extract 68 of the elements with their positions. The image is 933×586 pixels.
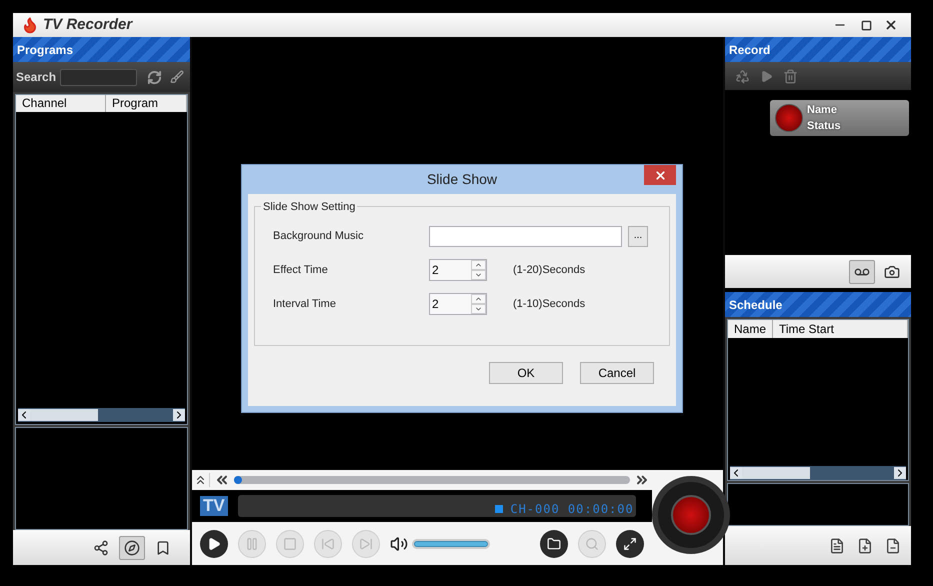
search-label: Search [16, 69, 56, 86]
refresh-icon[interactable] [147, 70, 162, 84]
maximize-icon[interactable] [861, 20, 872, 30]
window-title: TV Recorder [43, 14, 132, 35]
scroll-left-icon[interactable] [18, 409, 30, 421]
panel-title: Schedule [729, 296, 782, 314]
brush-icon[interactable] [170, 70, 184, 84]
spin-value: 2 [431, 262, 440, 279]
compass-icon [124, 540, 140, 556]
dialog-button[interactable]: OK [489, 362, 563, 384]
column-header[interactable]: Channel [16, 95, 106, 112]
column-header[interactable]: Time Start [773, 320, 908, 338]
close-icon [654, 168, 666, 182]
bookmark-icon [155, 540, 171, 556]
trash-icon[interactable] [783, 68, 798, 84]
add-document-icon[interactable] [857, 538, 873, 554]
tape-button[interactable] [849, 260, 875, 284]
field-label: Interval Time [273, 296, 337, 312]
panel-title: Programs [17, 42, 74, 58]
horizontal-scrollbar[interactable] [730, 466, 906, 480]
search-icon [585, 536, 599, 550]
panel-title: Record [729, 42, 770, 58]
volume-icon[interactable] [390, 534, 408, 552]
column-header[interactable]: Program [106, 95, 187, 112]
recycle-icon[interactable] [735, 68, 750, 84]
fullscreen-icon [623, 536, 637, 550]
group-title: Slide Show Setting [261, 199, 358, 216]
scroll-right-icon[interactable] [894, 467, 906, 479]
stop-icon [283, 536, 297, 550]
music-file-field[interactable] [429, 226, 622, 246]
range-hint: (1-20)Seconds [513, 262, 586, 278]
pause-icon [245, 536, 259, 550]
record-channel-icon [775, 104, 803, 132]
close-icon[interactable] [884, 18, 898, 32]
fullscreen-button[interactable] [616, 530, 644, 558]
stop-indicator-icon [495, 505, 504, 513]
next-icon [359, 536, 373, 550]
field-label: Effect Time [273, 262, 329, 278]
dialog-button[interactable]: Cancel [580, 362, 654, 384]
dialog-title: Slide Show [426, 170, 498, 189]
share-icon [93, 540, 109, 556]
close-button[interactable] [644, 165, 676, 185]
browse-button[interactable]: ... [628, 226, 648, 246]
horizontal-scrollbar[interactable] [18, 408, 185, 422]
play-button[interactable] [200, 530, 228, 558]
previous-icon [321, 536, 335, 550]
play-icon [207, 536, 221, 550]
channel-card[interactable]: Name Status [770, 100, 909, 136]
play-icon[interactable] [760, 70, 773, 82]
open-folder-button[interactable] [540, 530, 568, 558]
field-label: Background Music [273, 228, 364, 244]
camera-icon [884, 264, 900, 280]
progress-track[interactable] [234, 476, 630, 484]
scroll-right-icon[interactable] [173, 409, 185, 421]
folder-icon [547, 536, 561, 550]
flame-logo-icon [21, 16, 39, 34]
column-header[interactable]: Name [728, 320, 773, 338]
compass-button[interactable] [119, 536, 145, 560]
remove-document-icon[interactable] [885, 538, 901, 554]
spin-value: 2 [431, 296, 440, 313]
range-hint: (1-10)Seconds [513, 296, 586, 312]
channel-time-readout: CH-000 00:00:00 [510, 501, 634, 517]
document-icon[interactable] [829, 538, 845, 554]
card-name: Name [807, 103, 838, 118]
search-field[interactable] [60, 68, 138, 86]
card-status: Status [807, 119, 841, 134]
scroll-left-icon[interactable] [730, 467, 742, 479]
tv-logo: TV [200, 496, 228, 516]
